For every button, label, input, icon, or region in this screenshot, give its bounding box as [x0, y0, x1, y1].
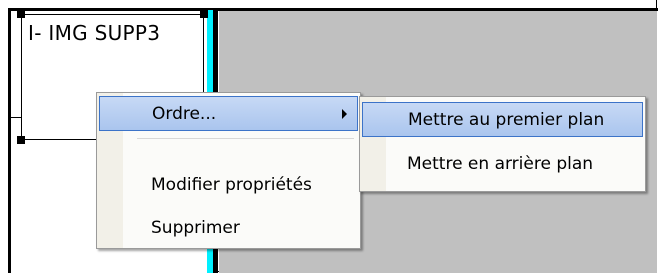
- menu-item-label: Supprimer: [151, 217, 240, 238]
- shape-title: I- IMG SUPP3: [28, 21, 161, 45]
- resize-handle-top-right[interactable]: [200, 10, 208, 18]
- menu-item-premier-plan[interactable]: Mettre au premier plan: [362, 102, 643, 137]
- menu-item-ordre[interactable]: Ordre...: [99, 96, 358, 131]
- menu-item-modifier-proprietes[interactable]: Modifier propriétés: [99, 167, 358, 202]
- left-border-line: [8, 8, 11, 273]
- menu-item-label: Mettre au premier plan: [408, 109, 605, 130]
- order-submenu: Mettre au premier plan Mettre en arrière…: [359, 96, 646, 192]
- menu-item-arriere-plan[interactable]: Mettre en arrière plan: [362, 146, 643, 181]
- submenu-arrow-icon: [342, 108, 347, 119]
- resize-handle-bottom-left[interactable]: [17, 136, 25, 144]
- menu-separator: [137, 138, 354, 139]
- menu-item-label: Ordre...: [152, 103, 217, 124]
- menu-item-label: Modifier propriétés: [151, 174, 312, 195]
- resize-handle-top-left[interactable]: [17, 10, 25, 18]
- context-menu: Ordre... Modifier propriétés Supprimer: [96, 92, 361, 249]
- menu-item-supprimer[interactable]: Supprimer: [99, 210, 358, 245]
- top-border-line: [8, 8, 658, 11]
- connector-line: [8, 117, 21, 118]
- menu-item-label: Mettre en arrière plan: [407, 153, 594, 174]
